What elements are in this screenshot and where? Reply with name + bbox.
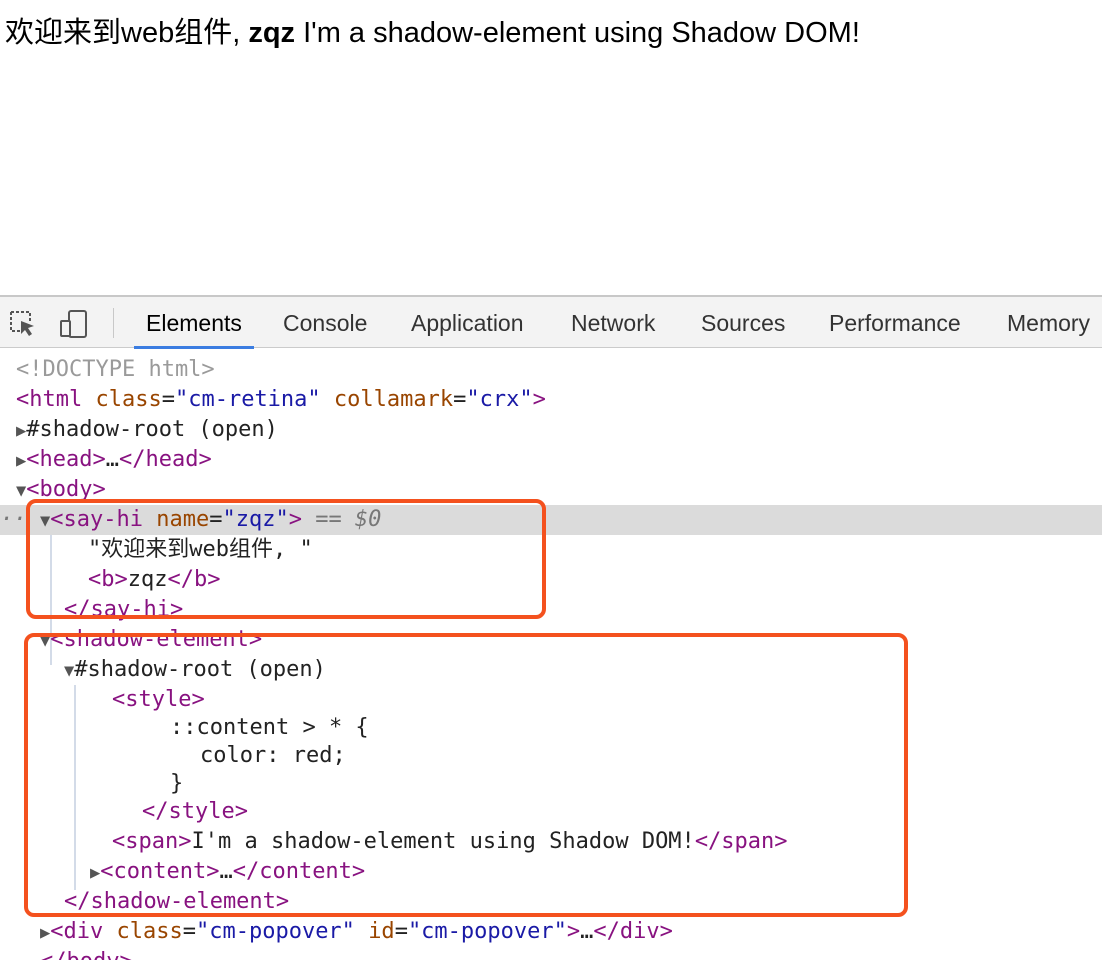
name-bold: zqz [248,17,296,49]
inspect-cursor-icon[interactable] [8,309,38,339]
toolbar-divider [113,308,114,338]
page-text: 欢迎来到web组件, zqz I'm a shadow-element usin… [5,14,860,52]
expand-arrow-icon[interactable]: ▶ [16,421,26,441]
expand-arrow-icon[interactable]: ▶ [16,451,26,471]
shadow-span-text: I'm a shadow-element using Shadow DOM! [295,17,860,49]
dom-node-doctype[interactable]: <!DOCTYPE html> [0,355,1102,385]
highlight-box-say-hi [26,499,546,619]
dom-node-html[interactable]: <html class="cm-retina" collamark="crx"> [0,385,1102,415]
tab-network[interactable]: Network [571,297,655,349]
tab-application[interactable]: Application [411,297,524,349]
dom-node-shadow-root[interactable]: ▶#shadow-root (open) [0,415,1102,445]
dom-node-head[interactable]: ▶<head>…</head> [0,445,1102,475]
page-viewport: 欢迎来到web组件, zqz I'm a shadow-element usin… [0,0,1102,295]
device-toolbar-icon[interactable] [58,309,88,339]
tab-performance[interactable]: Performance [829,297,961,349]
dom-node-body-close[interactable]: </body> [0,947,1102,960]
tab-sources[interactable]: Sources [701,297,785,349]
tab-elements[interactable]: Elements [134,297,254,349]
greeting-text: 欢迎来到web组件, [5,17,249,49]
dom-tree: <!DOCTYPE html> <html class="cm-retina" … [0,355,1102,960]
highlight-box-shadow-element [24,633,908,917]
tab-console[interactable]: Console [283,297,367,349]
dom-node-div[interactable]: ▶<div class="cm-popover" id="cm-popover"… [0,917,1102,947]
devtools-panel: Elements Console Application Network Sou… [0,295,1102,960]
collapse-arrow-icon[interactable]: ▼ [16,481,26,501]
expand-arrow-icon[interactable]: ▶ [40,923,50,943]
devtools-toolbar: Elements Console Application Network Sou… [0,295,1102,349]
tab-memory[interactable]: Memory [1007,297,1090,349]
